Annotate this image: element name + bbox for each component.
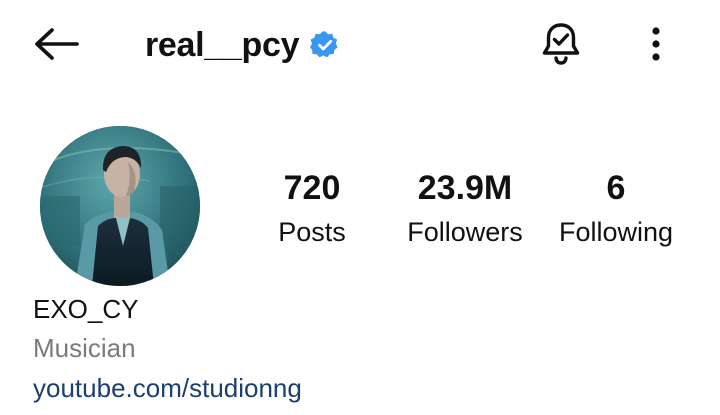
arrow-left-icon <box>32 27 80 66</box>
following-label: Following <box>558 217 674 247</box>
bell-check-icon <box>539 21 583 72</box>
posts-count: 720 <box>283 169 341 207</box>
back-button[interactable] <box>28 22 84 70</box>
display-name: EXO_CY <box>33 294 139 324</box>
followers-stat[interactable]: 23.9M Followers <box>396 166 534 252</box>
profile-bio: EXO_CY Musician youtube.com/studionng <box>33 290 683 408</box>
following-stat[interactable]: 6 Following <box>552 166 680 252</box>
category-label: Musician <box>33 333 136 363</box>
following-count: 6 <box>606 169 626 207</box>
website-link[interactable]: youtube.com/studionng <box>33 368 683 408</box>
posts-label: Posts <box>278 217 346 247</box>
notification-button[interactable] <box>536 20 586 72</box>
profile-stats: 720 Posts 23.9M Followers 6 Following <box>0 166 720 266</box>
profile-header: real__pcy <box>0 0 720 92</box>
followers-label: Followers <box>407 217 523 247</box>
more-options-button[interactable] <box>636 20 676 72</box>
posts-stat[interactable]: 720 Posts <box>262 166 362 252</box>
vertical-dots-icon <box>651 26 661 67</box>
followers-count: 23.9M <box>417 169 513 207</box>
username: real__pcy <box>145 25 300 64</box>
username-title: real__pcy <box>145 20 341 70</box>
verified-badge-icon <box>309 29 341 61</box>
